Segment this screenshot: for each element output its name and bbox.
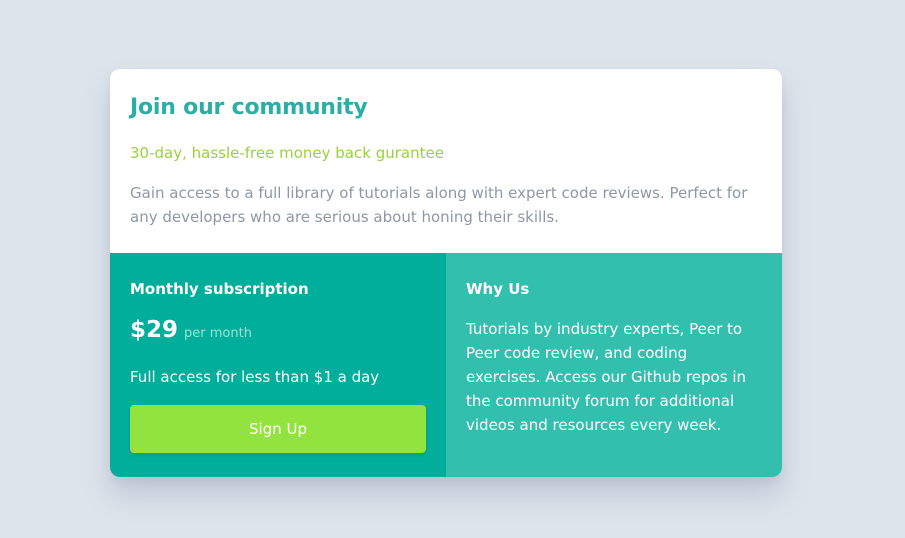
- sign-up-button[interactable]: Sign Up: [130, 405, 426, 453]
- pricing-card: Join our community 30-day, hassle-free m…: [110, 69, 782, 477]
- why-us-panel: Why Us Tutorials by industry experts, Pe…: [446, 253, 782, 477]
- card-header-section: Join our community 30-day, hassle-free m…: [110, 69, 782, 253]
- price-row: $29 per month: [130, 317, 252, 343]
- guarantee-text: 30-day, hassle-free money back gurantee: [130, 144, 444, 162]
- price-period: per month: [184, 326, 252, 341]
- why-us-heading: Why Us: [466, 280, 530, 298]
- card-description: Gain access to a full library of tutoria…: [130, 184, 748, 226]
- subscription-panel: Monthly subscription $29 per month Full …: [110, 253, 446, 477]
- card-bottom-section: Monthly subscription $29 per month Full …: [110, 253, 782, 477]
- card-title: Join our community: [130, 95, 368, 120]
- price-amount: $29: [130, 317, 179, 343]
- subscription-heading: Monthly subscription: [130, 280, 309, 298]
- why-us-body: Tutorials by industry experts, Peer to P…: [466, 320, 746, 434]
- subscription-tagline: Full access for less than $1 a day: [130, 368, 380, 386]
